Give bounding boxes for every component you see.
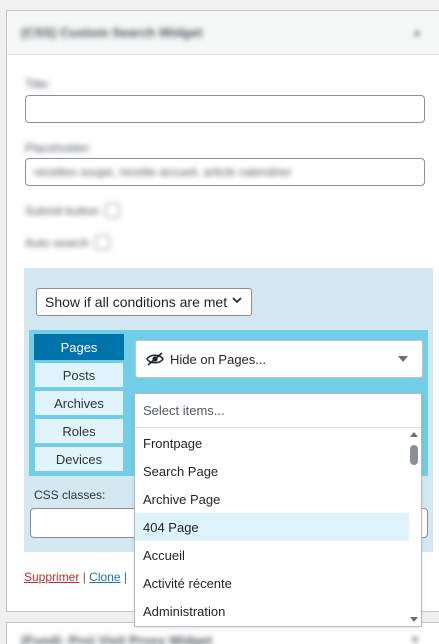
auto-search-checkbox[interactable] — [95, 235, 111, 250]
tab-posts-label: Posts — [62, 367, 96, 383]
actions-separator: | — [82, 570, 86, 584]
title-field[interactable] — [25, 95, 425, 123]
dropdown-option[interactable]: Activité récente — [135, 569, 409, 597]
hide-on-pages-label: Hide on Pages... — [170, 351, 267, 367]
dropdown-option[interactable]: Search Page — [135, 457, 409, 485]
dropdown-search-input[interactable]: Select items... — [135, 394, 421, 428]
placeholder-field-value: recettes soupe, recette accueil, article… — [34, 165, 292, 179]
collapse-icon[interactable]: ▲ — [411, 25, 423, 39]
delete-link[interactable]: Supprimer — [24, 570, 79, 584]
dropdown-option[interactable]: Frontpage — [135, 429, 409, 457]
condition-select[interactable]: Show if all conditions are met — [36, 288, 252, 316]
dropdown-option[interactable]: Administration — [135, 597, 409, 625]
tab-pages-label: Pages — [60, 339, 98, 355]
condition-select-value: Show if all conditions are met — [45, 294, 228, 310]
dropdown-search-placeholder: Select items... — [143, 403, 225, 418]
tab-pages[interactable]: Pages — [34, 334, 124, 360]
tab-devices[interactable]: Devices — [34, 446, 124, 472]
dropdown-option-highlighted[interactable]: 404 Page — [135, 513, 409, 541]
items-dropdown: Select items... Frontpage Search Page Ar… — [134, 393, 422, 627]
expand-icon[interactable]: ▼ — [409, 633, 421, 644]
chevron-down-icon — [231, 294, 243, 309]
title-field-value — [26, 96, 424, 108]
scroll-thumb[interactable] — [410, 445, 418, 465]
dropdown-option[interactable]: Accueil — [135, 541, 409, 569]
scroll-down-icon[interactable] — [410, 617, 418, 622]
widget-title: (CSS) Custom Search Widget — [21, 25, 203, 40]
tab-roles-label: Roles — [62, 423, 96, 439]
dropdown-options-list: Frontpage Search Page Archive Page 404 P… — [135, 429, 409, 625]
actions-separator-2: | — [123, 570, 127, 584]
eye-slash-icon — [146, 352, 164, 366]
title-label: Title: — [25, 77, 51, 91]
caret-down-icon — [398, 356, 408, 362]
widget-actions: Supprimer | Clone | — [24, 570, 127, 584]
tab-roles[interactable]: Roles — [34, 418, 124, 444]
auto-search-label: Auto search — [25, 235, 90, 250]
placeholder-label: Placeholder: — [25, 141, 92, 155]
dropdown-scrollbar[interactable] — [409, 430, 419, 622]
clone-link[interactable]: Clone — [89, 570, 120, 584]
auto-search-row[interactable]: Auto search — [25, 235, 111, 250]
next-widget-title: (Fundi: Pro) Visit Proxy Widget — [21, 633, 213, 644]
scroll-up-icon[interactable] — [410, 432, 418, 437]
tab-archives[interactable]: Archives — [34, 390, 124, 416]
widget-header[interactable]: (CSS) Custom Search Widget — [7, 11, 439, 55]
hide-on-pages-select[interactable]: Hide on Pages... — [135, 340, 423, 378]
placeholder-field[interactable]: recettes soupe, recette accueil, article… — [25, 158, 425, 186]
submit-button-checkbox[interactable] — [105, 203, 121, 218]
tab-archives-label: Archives — [54, 395, 104, 411]
dropdown-option[interactable]: Archive Page — [135, 485, 409, 513]
tab-posts[interactable]: Posts — [34, 362, 124, 388]
tab-devices-label: Devices — [55, 451, 103, 467]
submit-button-label: Submit button — [25, 203, 100, 218]
submit-button-row[interactable]: Submit button — [25, 203, 121, 218]
css-classes-label: CSS classes: — [34, 488, 106, 502]
